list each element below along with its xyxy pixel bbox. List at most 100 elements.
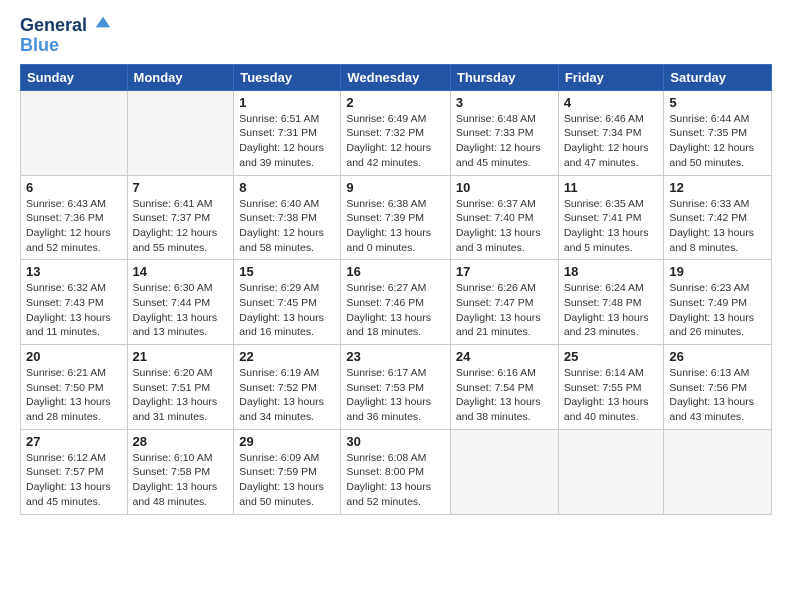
day-info: Sunrise: 6:12 AM Sunset: 7:57 PM Dayligh… <box>26 451 122 510</box>
calendar-cell: 10Sunrise: 6:37 AM Sunset: 7:40 PM Dayli… <box>450 175 558 260</box>
calendar-cell: 13 Sunrise: 6:32 AM Sunset: 7:43 PM Dayli… <box>21 260 128 345</box>
day-info: Sunrise: 6:44 AM Sunset: 7:35 PM Dayligh… <box>669 112 766 171</box>
day-info: Sunrise: 6:37 AM Sunset: 7:40 PM Dayligh… <box>456 197 553 256</box>
day-info: Sunrise: 6:51 AM Sunset: 7:31 PM Dayligh… <box>239 112 335 171</box>
day-info: Sunrise: 6:24 AM Sunset: 7:48 PM Dayligh… <box>564 281 659 340</box>
col-header-tuesday: Tuesday <box>234 64 341 90</box>
day-number: 12 <box>669 180 766 195</box>
day-info: Sunrise: 6:21 AM Sunset: 7:50 PM Dayligh… <box>26 366 122 425</box>
day-info: Sunrise: 6:33 AM Sunset: 7:42 PM Dayligh… <box>669 197 766 256</box>
day-number: 18 <box>564 264 659 279</box>
col-header-friday: Friday <box>558 64 664 90</box>
day-info: Sunrise: 6:29 AM Sunset: 7:45 PM Dayligh… <box>239 281 335 340</box>
day-number: 23 <box>346 349 445 364</box>
day-info: Sunrise: 6:09 AM Sunset: 7:59 PM Dayligh… <box>239 451 335 510</box>
calendar-cell: 28 Sunrise: 6:10 AM Sunset: 7:58 PM Dayli… <box>127 429 234 514</box>
week-row-1: 6 Sunrise: 6:43 AM Sunset: 7:36 PM Daylig… <box>21 175 772 260</box>
day-info: Sunrise: 6:46 AM Sunset: 7:34 PM Dayligh… <box>564 112 659 171</box>
calendar-cell: 23 Sunrise: 6:17 AM Sunset: 7:53 PM Dayli… <box>341 345 451 430</box>
col-header-saturday: Saturday <box>664 64 772 90</box>
day-number: 24 <box>456 349 553 364</box>
calendar-table: SundayMondayTuesdayWednesdayThursdayFrid… <box>20 64 772 515</box>
day-info: Sunrise: 6:20 AM Sunset: 7:51 PM Dayligh… <box>133 366 229 425</box>
day-number: 21 <box>133 349 229 364</box>
calendar-header-row: SundayMondayTuesdayWednesdayThursdayFrid… <box>21 64 772 90</box>
calendar-cell: 9 Sunrise: 6:38 AM Sunset: 7:39 PM Daylig… <box>341 175 451 260</box>
logo: General Blue <box>20 16 112 54</box>
calendar-cell: 2 Sunrise: 6:49 AM Sunset: 7:32 PM Daylig… <box>341 90 451 175</box>
day-number: 2 <box>346 95 445 110</box>
calendar-cell: 22 Sunrise: 6:19 AM Sunset: 7:52 PM Dayli… <box>234 345 341 430</box>
day-number: 15 <box>239 264 335 279</box>
calendar-cell: 1 Sunrise: 6:51 AM Sunset: 7:31 PM Daylig… <box>234 90 341 175</box>
day-number: 28 <box>133 434 229 449</box>
day-info: Sunrise: 6:38 AM Sunset: 7:39 PM Dayligh… <box>346 197 445 256</box>
day-info: Sunrise: 6:17 AM Sunset: 7:53 PM Dayligh… <box>346 366 445 425</box>
calendar-cell: 29 Sunrise: 6:09 AM Sunset: 7:59 PM Dayli… <box>234 429 341 514</box>
calendar-cell <box>558 429 664 514</box>
logo-text: General <box>20 16 112 36</box>
day-info: Sunrise: 6:43 AM Sunset: 7:36 PM Dayligh… <box>26 197 122 256</box>
calendar-cell <box>664 429 772 514</box>
week-row-3: 20 Sunrise: 6:21 AM Sunset: 7:50 PM Dayli… <box>21 345 772 430</box>
day-number: 4 <box>564 95 659 110</box>
day-number: 11 <box>564 180 659 195</box>
day-number: 9 <box>346 180 445 195</box>
calendar-cell: 5Sunrise: 6:44 AM Sunset: 7:35 PM Daylig… <box>664 90 772 175</box>
page: General Blue SundayMondayTuesdayWednesda… <box>0 0 792 612</box>
calendar-cell: 26Sunrise: 6:13 AM Sunset: 7:56 PM Dayli… <box>664 345 772 430</box>
day-number: 22 <box>239 349 335 364</box>
calendar-cell: 19Sunrise: 6:23 AM Sunset: 7:49 PM Dayli… <box>664 260 772 345</box>
calendar-cell: 4 Sunrise: 6:46 AM Sunset: 7:34 PM Daylig… <box>558 90 664 175</box>
calendar-cell: 7 Sunrise: 6:41 AM Sunset: 7:37 PM Daylig… <box>127 175 234 260</box>
calendar-cell: 12 Sunrise: 6:33 AM Sunset: 7:42 PM Dayli… <box>664 175 772 260</box>
header: General Blue <box>20 16 772 54</box>
col-header-thursday: Thursday <box>450 64 558 90</box>
day-number: 13 <box>26 264 122 279</box>
day-info: Sunrise: 6:49 AM Sunset: 7:32 PM Dayligh… <box>346 112 445 171</box>
day-number: 7 <box>133 180 229 195</box>
day-number: 16 <box>346 264 445 279</box>
day-number: 25 <box>564 349 659 364</box>
day-number: 8 <box>239 180 335 195</box>
col-header-sunday: Sunday <box>21 64 128 90</box>
calendar-cell: 17Sunrise: 6:26 AM Sunset: 7:47 PM Dayli… <box>450 260 558 345</box>
calendar-cell: 18 Sunrise: 6:24 AM Sunset: 7:48 PM Dayli… <box>558 260 664 345</box>
day-info: Sunrise: 6:32 AM Sunset: 7:43 PM Dayligh… <box>26 281 122 340</box>
calendar-cell: 27 Sunrise: 6:12 AM Sunset: 7:57 PM Dayli… <box>21 429 128 514</box>
day-number: 6 <box>26 180 122 195</box>
calendar-cell: 14 Sunrise: 6:30 AM Sunset: 7:44 PM Dayli… <box>127 260 234 345</box>
calendar-cell: 21 Sunrise: 6:20 AM Sunset: 7:51 PM Dayli… <box>127 345 234 430</box>
day-info: Sunrise: 6:23 AM Sunset: 7:49 PM Dayligh… <box>669 281 766 340</box>
calendar-cell: 8 Sunrise: 6:40 AM Sunset: 7:38 PM Daylig… <box>234 175 341 260</box>
logo-icon <box>94 13 112 31</box>
day-info: Sunrise: 6:10 AM Sunset: 7:58 PM Dayligh… <box>133 451 229 510</box>
calendar-cell: 20 Sunrise: 6:21 AM Sunset: 7:50 PM Dayli… <box>21 345 128 430</box>
calendar-cell: 30Sunrise: 6:08 AM Sunset: 8:00 PM Dayli… <box>341 429 451 514</box>
calendar-cell: 16 Sunrise: 6:27 AM Sunset: 7:46 PM Dayli… <box>341 260 451 345</box>
day-number: 30 <box>346 434 445 449</box>
calendar-cell: 25 Sunrise: 6:14 AM Sunset: 7:55 PM Dayli… <box>558 345 664 430</box>
day-number: 1 <box>239 95 335 110</box>
day-number: 20 <box>26 349 122 364</box>
calendar-cell <box>127 90 234 175</box>
col-header-monday: Monday <box>127 64 234 90</box>
day-number: 14 <box>133 264 229 279</box>
day-info: Sunrise: 6:35 AM Sunset: 7:41 PM Dayligh… <box>564 197 659 256</box>
day-info: Sunrise: 6:48 AM Sunset: 7:33 PM Dayligh… <box>456 112 553 171</box>
logo-blue: Blue <box>20 36 112 54</box>
day-info: Sunrise: 6:30 AM Sunset: 7:44 PM Dayligh… <box>133 281 229 340</box>
day-info: Sunrise: 6:27 AM Sunset: 7:46 PM Dayligh… <box>346 281 445 340</box>
day-info: Sunrise: 6:40 AM Sunset: 7:38 PM Dayligh… <box>239 197 335 256</box>
day-number: 17 <box>456 264 553 279</box>
day-info: Sunrise: 6:13 AM Sunset: 7:56 PM Dayligh… <box>669 366 766 425</box>
day-info: Sunrise: 6:41 AM Sunset: 7:37 PM Dayligh… <box>133 197 229 256</box>
day-info: Sunrise: 6:19 AM Sunset: 7:52 PM Dayligh… <box>239 366 335 425</box>
day-number: 29 <box>239 434 335 449</box>
day-info: Sunrise: 6:14 AM Sunset: 7:55 PM Dayligh… <box>564 366 659 425</box>
day-info: Sunrise: 6:16 AM Sunset: 7:54 PM Dayligh… <box>456 366 553 425</box>
calendar-cell: 15 Sunrise: 6:29 AM Sunset: 7:45 PM Dayli… <box>234 260 341 345</box>
day-number: 27 <box>26 434 122 449</box>
col-header-wednesday: Wednesday <box>341 64 451 90</box>
calendar-cell: 6 Sunrise: 6:43 AM Sunset: 7:36 PM Daylig… <box>21 175 128 260</box>
